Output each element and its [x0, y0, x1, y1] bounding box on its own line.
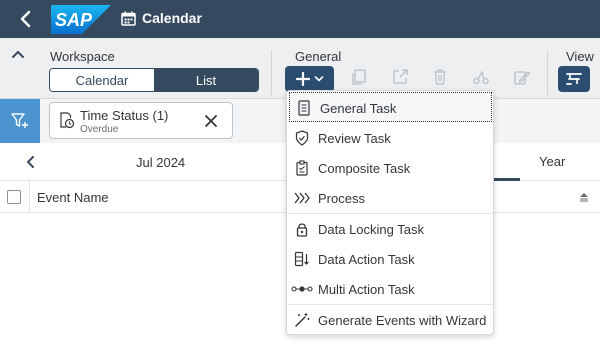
shell-bar: SAP Calendar	[0, 0, 600, 38]
collapse-header-button[interactable]	[11, 48, 25, 60]
magic-wand-icon	[294, 312, 310, 328]
shield-check-icon	[294, 130, 310, 146]
menu-item-review-task[interactable]: Review Task	[288, 123, 493, 153]
copy-icon[interactable]	[350, 68, 368, 86]
filter-add-icon	[11, 113, 28, 128]
menu-item-general-task[interactable]: General Task	[289, 92, 492, 122]
close-icon[interactable]	[204, 114, 218, 128]
select-all-checkbox[interactable]	[7, 190, 21, 204]
filter-chip-title: Time Status (1)	[80, 108, 169, 123]
current-period-label[interactable]: Jul 2024	[136, 155, 185, 170]
filter-chip[interactable]: Time Status (1) Overdue	[49, 102, 233, 139]
workspace-toggle: Calendar List	[49, 68, 259, 92]
menu-item-process[interactable]: Process	[288, 183, 493, 213]
document-icon	[296, 100, 312, 116]
share-icon[interactable]	[391, 68, 409, 86]
menu-item-label: Review Task	[318, 131, 391, 146]
menu-item-label: Generate Events with Wizard	[318, 313, 487, 328]
toolbar-divider	[271, 50, 272, 95]
app-title: Calendar	[142, 10, 202, 26]
menu-item-data-action-task[interactable]: Data Action Task	[288, 244, 493, 274]
menu-item-label: Process	[318, 191, 365, 206]
edit-icon[interactable]	[513, 68, 531, 86]
menu-item-label: Composite Task	[318, 161, 411, 176]
lock-icon	[294, 221, 310, 237]
process-chevrons-icon	[294, 190, 310, 206]
sap-logo: SAP	[51, 5, 111, 34]
menu-item-composite-task[interactable]: Composite Task	[288, 153, 493, 183]
filter-clock-icon	[58, 112, 74, 129]
menu-item-label: Data Locking Task	[318, 222, 424, 237]
plus-icon	[295, 72, 310, 86]
previous-period-button[interactable]	[24, 155, 38, 169]
data-action-icon	[294, 251, 310, 267]
sort-icon[interactable]	[578, 192, 590, 202]
menu-item-label: Data Action Task	[318, 252, 415, 267]
view-settings-button[interactable]	[558, 66, 590, 92]
column-header-event-name[interactable]: Event Name	[37, 190, 109, 205]
general-label: General	[295, 49, 342, 64]
filter-chip-value: Overdue	[80, 124, 119, 135]
workspace-list-option[interactable]: List	[154, 69, 258, 91]
chevron-up-icon	[12, 51, 24, 58]
menu-item-label: Multi Action Task	[318, 282, 415, 297]
chevron-left-icon	[27, 156, 34, 168]
tab-year[interactable]: Year	[539, 154, 565, 169]
chevron-down-icon	[314, 76, 323, 82]
multi-action-icon	[291, 281, 313, 297]
chevron-left-icon	[20, 10, 31, 28]
menu-item-generate-events-wizard[interactable]: Generate Events with Wizard	[288, 305, 493, 335]
add-button[interactable]	[285, 66, 334, 92]
workspace-label: Workspace	[50, 49, 115, 64]
view-label: View	[566, 49, 594, 64]
clipboard-icon	[294, 160, 310, 176]
menu-item-label: General Task	[320, 101, 397, 116]
delete-icon[interactable]	[431, 68, 449, 86]
add-menu: General Task Review Task Composite Task …	[286, 90, 494, 335]
filter-button[interactable]	[0, 99, 40, 143]
sap-logo-text: SAP	[55, 10, 93, 30]
back-button[interactable]	[14, 8, 38, 30]
workspace-calendar-option[interactable]: Calendar	[50, 69, 154, 91]
menu-item-multi-action-task[interactable]: Multi Action Task	[288, 274, 493, 304]
column-divider	[29, 181, 30, 213]
menu-item-data-locking-task[interactable]: Data Locking Task	[288, 214, 493, 244]
view-settings-icon	[566, 73, 582, 85]
toolbar-divider	[547, 50, 548, 95]
action-icon[interactable]	[472, 68, 490, 86]
calendar-icon	[121, 11, 136, 26]
